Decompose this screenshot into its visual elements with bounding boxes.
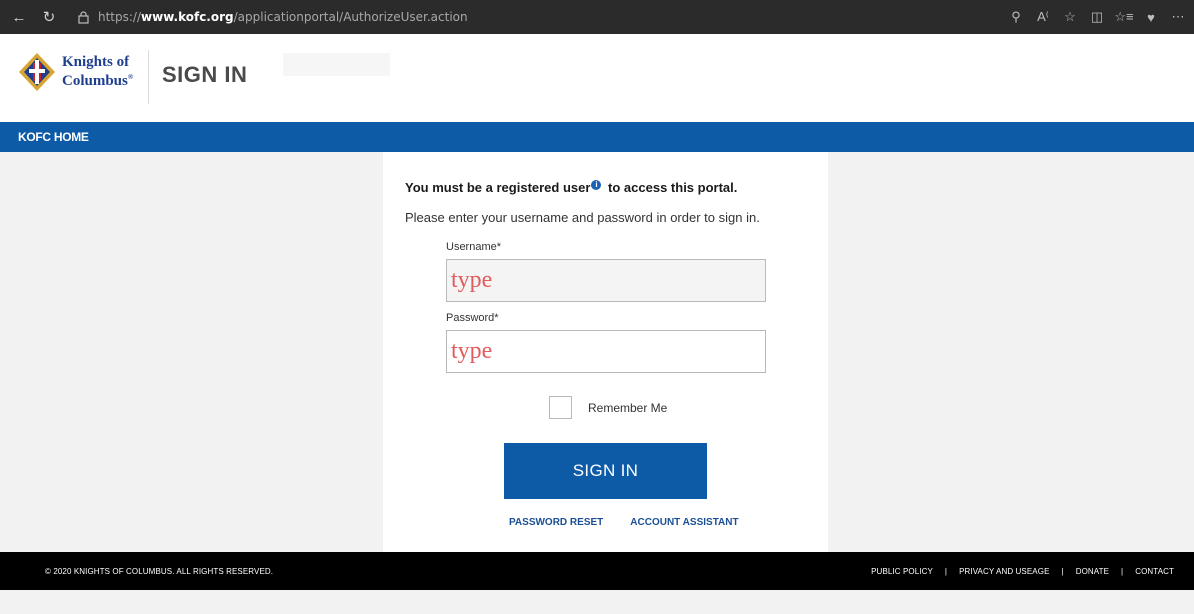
remember-me-label[interactable]: Remember Me xyxy=(588,401,667,415)
favorite-star-icon[interactable]: ☆ xyxy=(1059,6,1081,28)
site-header: Knights of Columbus® SIGN IN xyxy=(0,34,1194,122)
lead-text-end: to access this portal. xyxy=(604,180,738,195)
browser-toolbar-icons: ⚲ A⁽ ☆ ◫ ☆≡ ♥ ⋯ xyxy=(1005,0,1194,34)
site-footer: © 2020 KNIGHTS OF COLUMBUS. ALL RIGHTS R… xyxy=(0,552,1194,590)
url-domain: www.kofc.org xyxy=(141,10,234,24)
remember-me-checkbox[interactable] xyxy=(549,396,572,419)
split-screen-icon[interactable]: ◫ xyxy=(1086,6,1108,28)
url-prefix: https:// xyxy=(98,10,142,24)
lead-text-start: You must be a registered user xyxy=(405,180,591,195)
page-title: SIGN IN xyxy=(162,62,248,87)
footer-separator: | xyxy=(1061,567,1064,576)
footer-link-privacy[interactable]: PRIVACY AND USEAGE xyxy=(959,567,1049,576)
username-label: Username* xyxy=(446,241,502,253)
logo-registered-mark: ® xyxy=(127,73,134,81)
copyright-text: © 2020 KNIGHTS OF COLUMBUS. ALL RIGHTS R… xyxy=(45,567,274,576)
logo-line-1: Knights of xyxy=(62,54,130,70)
footer-links: PUBLIC POLICY | PRIVACY AND USEAGE | DON… xyxy=(871,567,1174,576)
password-field[interactable] xyxy=(446,330,766,373)
logo-line-2: Columbus xyxy=(62,73,128,89)
footer-link-donate[interactable]: DONATE xyxy=(1076,567,1109,576)
kofc-logo[interactable]: Knights of Columbus® xyxy=(18,52,133,92)
signin-lead-text: You must be a registered user i to access… xyxy=(405,180,737,195)
kofc-emblem-icon xyxy=(19,53,55,91)
page-bottom xyxy=(0,590,1194,614)
password-reset-link[interactable]: PASSWORD RESET xyxy=(509,517,603,528)
signin-card: You must be a registered user i to access… xyxy=(383,152,828,552)
remember-me: Remember Me xyxy=(549,396,667,419)
address-bar[interactable]: https://www.kofc.org/applicationportal/A… xyxy=(68,5,476,29)
footer-link-contact[interactable]: CONTACT xyxy=(1135,567,1174,576)
favorites-list-icon[interactable]: ☆≡ xyxy=(1113,6,1135,28)
signin-help-links: PASSWORD RESET ACCOUNT ASSISTANT xyxy=(509,517,739,528)
lock-icon[interactable] xyxy=(76,10,90,24)
main-content: You must be a registered user i to access… xyxy=(0,152,1194,552)
refresh-icon[interactable]: ↻ xyxy=(38,6,60,28)
footer-link-public-policy[interactable]: PUBLIC POLICY xyxy=(871,567,933,576)
url-path: /applicationportal/AuthorizeUser.action xyxy=(233,10,468,24)
nav-kofc-home[interactable]: KOFC HOME xyxy=(18,130,89,144)
logo-text: Knights of Columbus® xyxy=(62,55,133,89)
footer-separator: | xyxy=(944,567,948,576)
main-nav: KOFC HOME xyxy=(0,122,1194,152)
more-icon[interactable]: ⋯ xyxy=(1167,6,1189,28)
username-field[interactable] xyxy=(446,259,766,302)
header-blank-box xyxy=(283,53,390,76)
reader-view-icon[interactable]: A⁽ xyxy=(1032,6,1054,28)
signin-instructions: Please enter your username and password … xyxy=(405,210,760,225)
account-assistant-link[interactable]: ACCOUNT ASSISTANT xyxy=(630,517,738,528)
header-divider xyxy=(148,50,149,104)
info-icon[interactable]: i xyxy=(591,180,602,190)
footer-separator: | xyxy=(1121,567,1124,576)
extensions-icon[interactable]: ♥ xyxy=(1140,6,1162,28)
sign-in-button[interactable]: SIGN IN xyxy=(504,443,707,499)
read-aloud-icon[interactable]: ⚲ xyxy=(1005,6,1027,28)
back-arrow-icon[interactable]: ← xyxy=(8,6,30,28)
browser-toolbar: ← ↻ https://www.kofc.org/applicationport… xyxy=(0,0,1194,34)
password-label: Password* xyxy=(446,312,499,324)
